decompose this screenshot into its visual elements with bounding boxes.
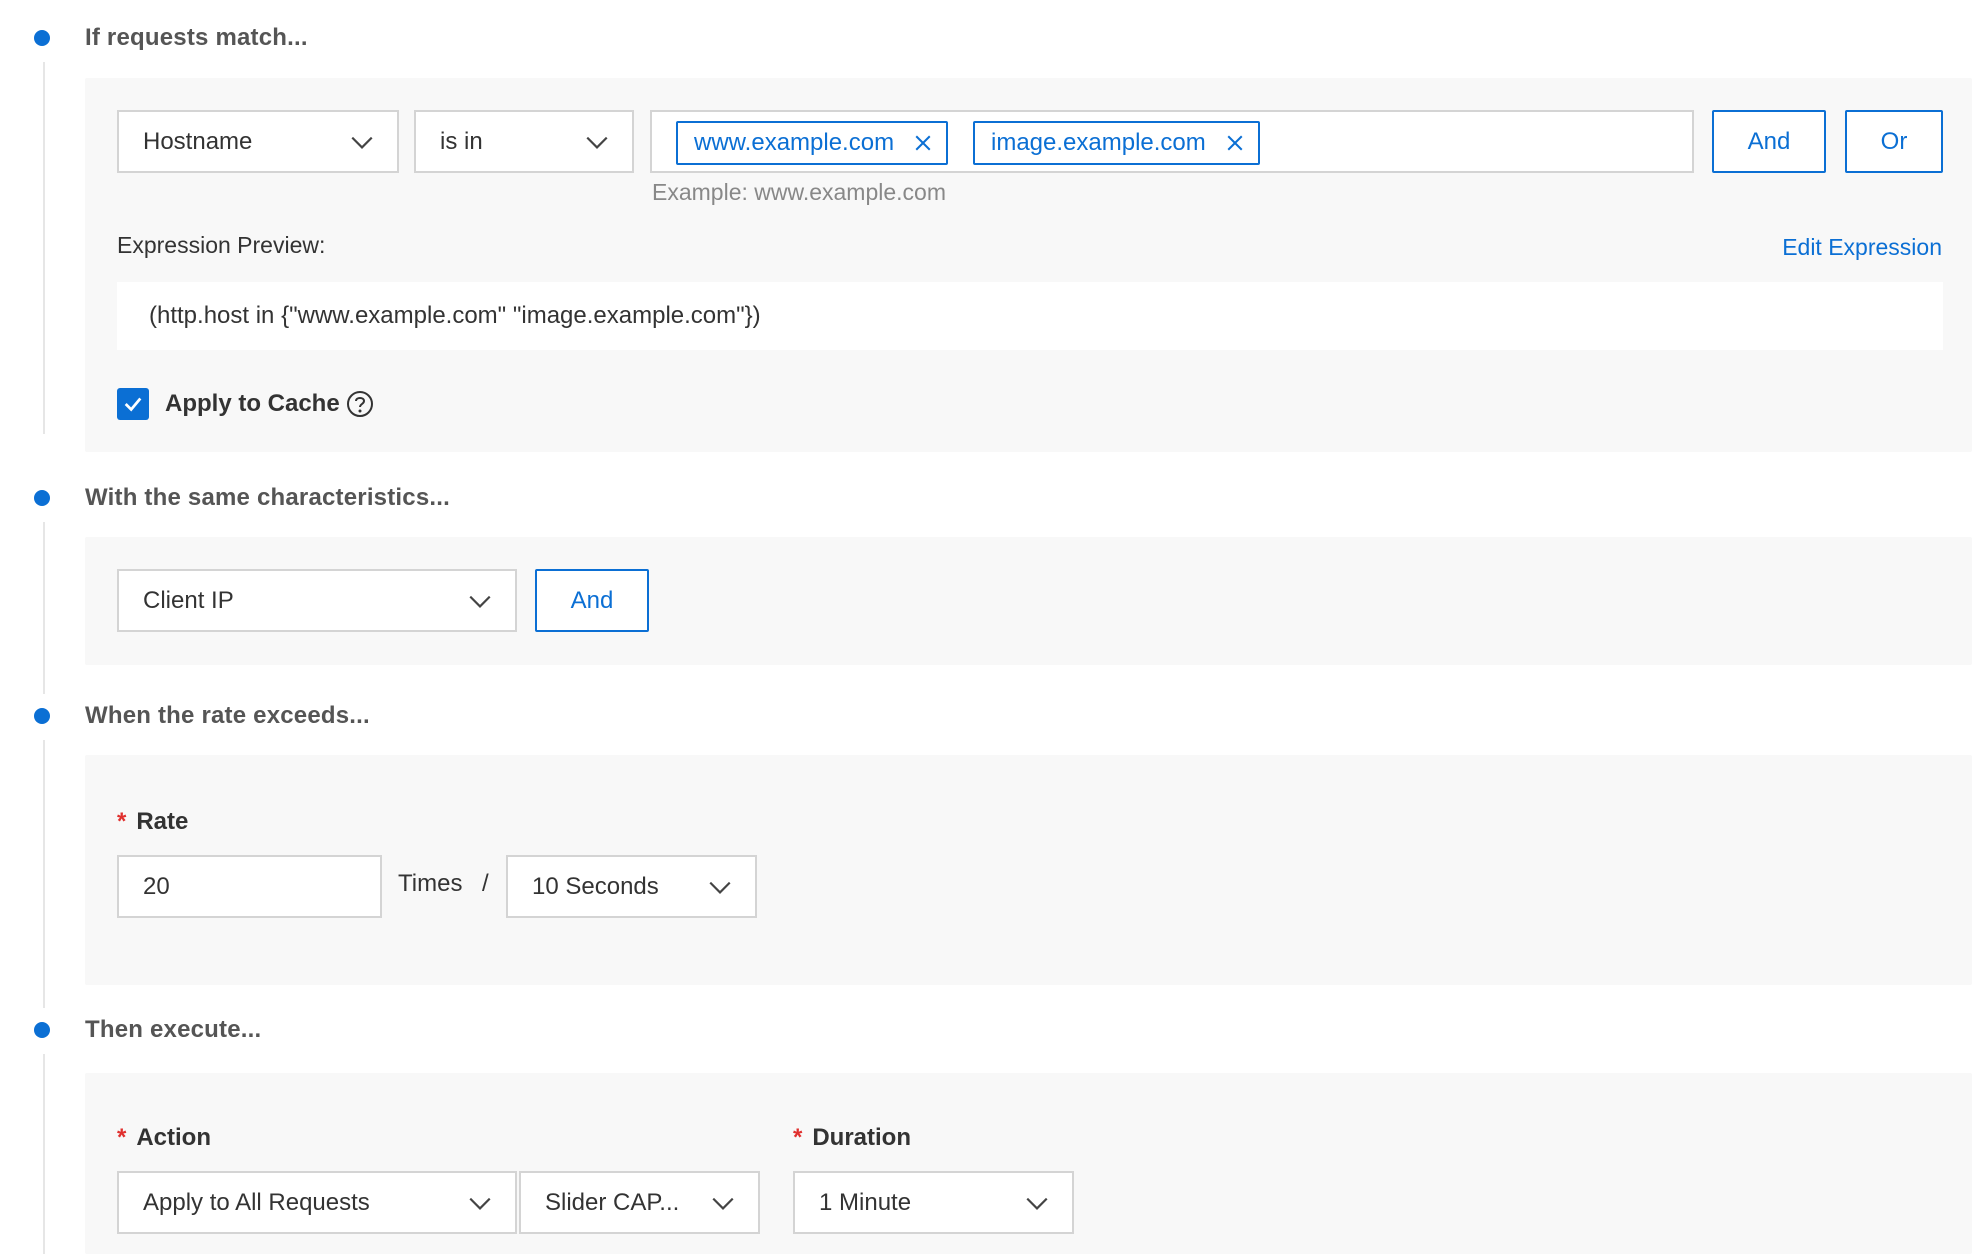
chevron-down-icon [351,136,373,149]
step-title-match: If requests match... [85,24,308,51]
expression-text: (http.host in {"www.example.com" "image.… [149,302,761,329]
rate-label-text: Rate [136,808,189,835]
required-mark: * [793,1124,803,1151]
rate-input-value: 20 [143,872,170,900]
chevron-down-icon [709,881,731,894]
field-select[interactable]: Hostname [117,110,399,173]
action-select-value: Apply to All Requests [143,1188,370,1216]
and-button[interactable]: And [535,569,649,632]
apply-to-cache-text: Apply to Cache [165,390,340,417]
apply-to-cache-checkbox[interactable] [117,388,149,420]
help-icon[interactable] [346,390,374,418]
value-tag: image.example.com [973,121,1260,165]
duration-label-text: Duration [812,1124,912,1151]
duration-label: * Duration [793,1124,911,1152]
timeline-line [43,740,45,1008]
or-button[interactable]: Or [1845,110,1943,173]
rate-label: * Rate [117,808,188,836]
expression-preview-label: Expression Preview: [117,232,326,258]
chevron-down-icon [1026,1197,1048,1210]
close-icon[interactable] [1226,134,1244,152]
timeline-line [43,522,45,694]
action-select[interactable]: Apply to All Requests [117,1171,517,1234]
challenge-select[interactable]: Slider CAP... [519,1171,760,1234]
close-icon[interactable] [914,134,932,152]
and-button[interactable]: And [1712,110,1826,173]
step-title-rate: When the rate exceeds... [85,702,370,729]
value-tag: www.example.com [676,121,949,165]
timeline-line [43,62,45,434]
challenge-select-value: Slider CAP... [545,1188,680,1216]
characteristics-panel: Client IP And [85,537,1972,665]
chevron-down-icon [469,595,491,608]
characteristic-select-value: Client IP [143,586,234,614]
characteristic-select[interactable]: Client IP [117,569,517,632]
value-tag-label: image.example.com [991,129,1206,156]
value-tag-label: www.example.com [694,129,895,156]
rate-input[interactable]: 20 [117,855,382,918]
required-mark: * [117,1124,127,1151]
step-title-characteristics: With the same characteristics... [85,484,450,511]
period-select-value: 10 Seconds [532,872,659,900]
match-panel: Hostname is in www.example.com image.exa… [85,78,1972,452]
apply-to-cache-label: Apply to Cache [165,388,374,420]
expression-preview: (http.host in {"www.example.com" "image.… [117,282,1943,350]
step-dot [34,490,50,506]
timeline-line [43,1054,45,1254]
action-label-text: Action [136,1124,212,1151]
check-icon [124,397,142,412]
operator-select-value: is in [440,127,483,155]
chevron-down-icon [469,1197,491,1210]
step-dot [34,708,50,724]
rate-panel: * Rate 20 Times / 10 Seconds [85,755,1972,985]
operator-select[interactable]: is in [414,110,634,173]
times-label: Times [398,870,463,897]
step-title-execute: Then execute... [85,1016,262,1043]
period-select[interactable]: 10 Seconds [506,855,757,918]
action-label: * Action [117,1124,211,1152]
step-dot [34,30,50,46]
chevron-down-icon [586,136,608,149]
chevron-down-icon [712,1197,734,1210]
duration-select[interactable]: 1 Minute [793,1171,1074,1234]
execute-panel: * Action Apply to All Requests Slider CAP… [85,1073,1972,1254]
step-dot [34,1022,50,1038]
rate-separator: / [482,870,489,897]
hostname-tag-input[interactable]: www.example.com image.example.com [650,110,1694,173]
input-hint: Example: www.example.com [652,179,946,205]
field-select-value: Hostname [143,127,253,155]
required-mark: * [117,808,127,835]
duration-select-value: 1 Minute [819,1188,912,1216]
edit-expression-link[interactable]: Edit Expression [1782,234,1942,261]
